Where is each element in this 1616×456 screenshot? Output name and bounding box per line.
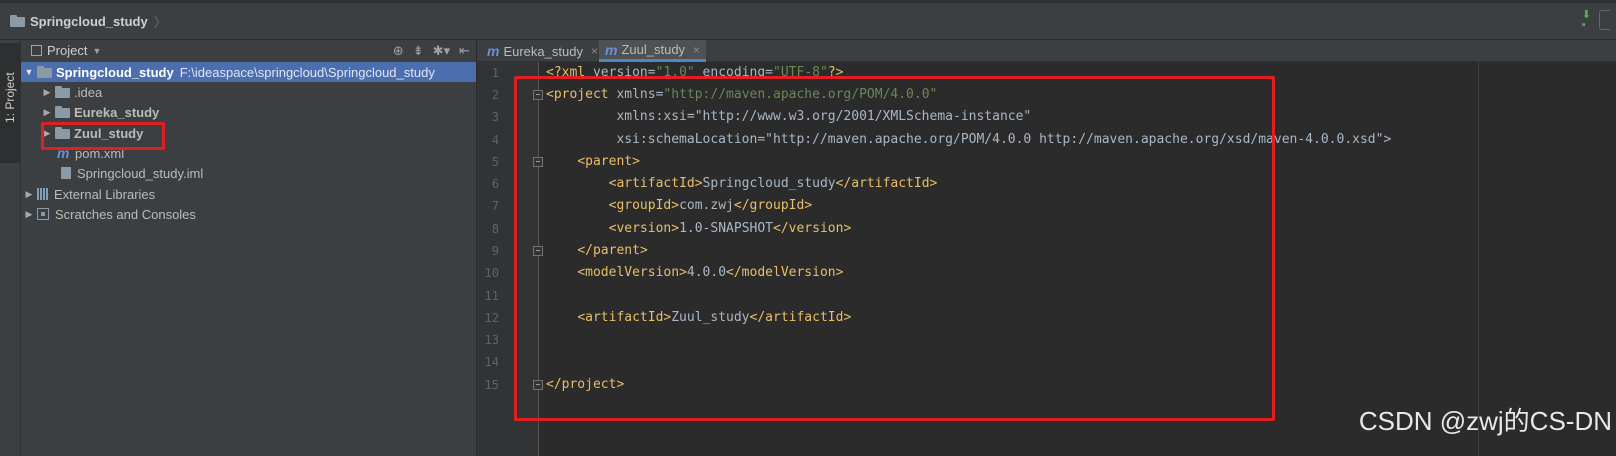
line-number: 2 bbox=[491, 88, 499, 102]
tree-item-root[interactable]: ▼ Springcloud_study F:\ideaspace\springc… bbox=[21, 62, 476, 82]
tab-eureka-study[interactable]: m Eureka_study × bbox=[481, 40, 604, 62]
folder-icon bbox=[55, 86, 71, 98]
locate-icon[interactable]: ⊕ bbox=[393, 43, 404, 59]
tree-item-path: F:\ideaspace\springcloud\Springcloud_stu… bbox=[179, 64, 435, 80]
breadcrumb[interactable]: Springcloud_study 〉 bbox=[8, 12, 167, 30]
maven-icon: m bbox=[487, 43, 500, 59]
hide-panel-icon[interactable]: ⇤ bbox=[459, 43, 470, 59]
module-folder-icon bbox=[10, 15, 26, 27]
iml-file-icon bbox=[61, 167, 71, 179]
tree-item-label: External Libraries bbox=[54, 186, 156, 202]
line-number: 9 bbox=[491, 244, 499, 258]
chevron-down-icon: ▼ bbox=[92, 45, 102, 56]
project-tool-tab-label: 1: Project bbox=[3, 72, 17, 123]
close-icon[interactable]: × bbox=[693, 43, 700, 57]
project-panel: Project ▼ ⊕ ⇟ ✱▾ ⇤ ▼ Springcloud_study F… bbox=[21, 40, 477, 456]
line-number: 5 bbox=[491, 155, 499, 169]
tab-label: Zuul_study bbox=[621, 42, 686, 57]
tree-item-iml[interactable]: Springcloud_study.iml bbox=[21, 163, 476, 183]
project-tool-tab[interactable]: 1: Project bbox=[0, 43, 21, 163]
line-number: 13 bbox=[484, 333, 499, 347]
gear-icon[interactable]: ✱▾ bbox=[433, 43, 450, 59]
collapse-arrow-icon[interactable]: ▶ bbox=[41, 87, 53, 98]
collapse-arrow-icon[interactable]: ▶ bbox=[23, 189, 35, 200]
scratches-icon bbox=[37, 208, 49, 220]
tree-item-eureka[interactable]: ▶ Eureka_study bbox=[21, 102, 476, 122]
collapse-arrow-icon[interactable]: ▶ bbox=[41, 107, 53, 118]
line-number: 8 bbox=[491, 222, 499, 236]
nav-toolbar-right: ⬇ ▪ bbox=[1582, 10, 1610, 31]
breadcrumb-project[interactable]: Springcloud_study bbox=[30, 14, 148, 29]
toolbar-edge bbox=[1599, 10, 1610, 30]
watermark: CSDN @zwj的CS-DN bbox=[1358, 406, 1612, 436]
annotation-box-code bbox=[514, 76, 1275, 421]
tree-item-label: Eureka_study bbox=[74, 104, 160, 120]
project-view-selector[interactable]: Project ▼ bbox=[31, 43, 101, 58]
project-view-label: Project bbox=[47, 43, 88, 58]
maven-icon: m bbox=[605, 41, 618, 58]
tree-item-label: Scratches and Consoles bbox=[55, 206, 196, 222]
line-number: 3 bbox=[491, 110, 499, 124]
library-icon bbox=[37, 188, 48, 200]
line-number: 12 bbox=[484, 311, 499, 325]
line-number: 11 bbox=[484, 289, 499, 303]
line-number: 1 bbox=[491, 66, 499, 80]
annotation-box-zuul bbox=[41, 122, 165, 150]
collapse-arrow-icon[interactable]: ▶ bbox=[23, 209, 35, 220]
line-number: 6 bbox=[491, 177, 499, 191]
tree-item-label: Springcloud_study bbox=[56, 64, 174, 80]
line-number: 15 bbox=[484, 378, 499, 392]
module-folder-icon bbox=[55, 106, 71, 118]
tool-window-stripe: 1: Project bbox=[0, 40, 21, 456]
title-bar-remnant bbox=[0, 0, 1616, 3]
navigation-bar: Springcloud_study 〉 ⬇ ▪ bbox=[0, 0, 1616, 40]
module-folder-icon bbox=[37, 66, 53, 78]
line-number: 7 bbox=[491, 199, 499, 213]
close-icon[interactable]: × bbox=[591, 44, 598, 58]
line-number: 14 bbox=[484, 355, 499, 369]
expand-arrow-icon[interactable]: ▼ bbox=[23, 67, 35, 77]
line-number: 10 bbox=[484, 266, 499, 280]
tab-zuul-study[interactable]: m Zuul_study × bbox=[599, 40, 707, 62]
tree-item-label: .idea bbox=[74, 84, 103, 100]
project-view-icon bbox=[31, 45, 42, 56]
tree-item-scratches[interactable]: ▶ Scratches and Consoles bbox=[21, 204, 476, 224]
breadcrumb-arrow-icon: 〉 bbox=[153, 14, 167, 30]
editor-tab-bar: m Eureka_study × m Zuul_study × bbox=[477, 40, 1616, 62]
tree-item-label: Springcloud_study.iml bbox=[77, 165, 204, 181]
tree-item-idea[interactable]: ▶ .idea bbox=[21, 82, 476, 102]
collapse-all-icon[interactable]: ⇟ bbox=[413, 43, 424, 59]
project-panel-header: Project ▼ ⊕ ⇟ ✱▾ ⇤ bbox=[21, 40, 476, 63]
project-panel-tools: ⊕ ⇟ ✱▾ ⇤ bbox=[393, 43, 470, 59]
vcs-update-icon[interactable]: ⬇ ▪ bbox=[1582, 10, 1591, 31]
tab-label: Eureka_study bbox=[503, 43, 583, 59]
right-margin-guide bbox=[1478, 62, 1479, 456]
tree-item-external-libraries[interactable]: ▶ External Libraries bbox=[21, 184, 476, 204]
line-number: 4 bbox=[491, 133, 499, 147]
